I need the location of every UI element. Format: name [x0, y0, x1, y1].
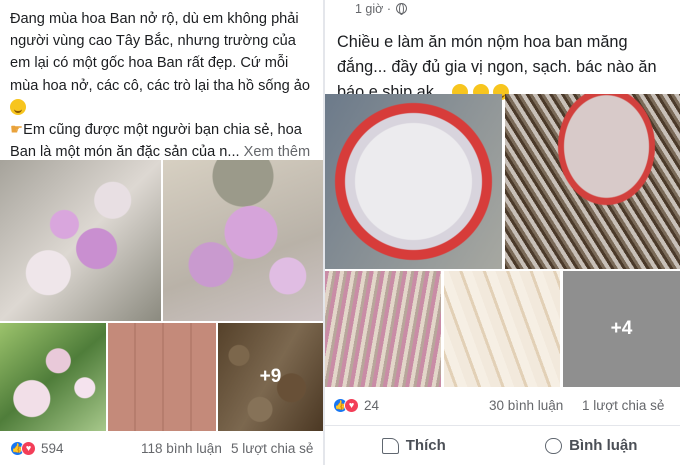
post-photo[interactable] [325, 271, 441, 387]
right-post: 1 giờ · Chiều e làm ăn món nộm hoa ban m… [325, 0, 680, 465]
post-photo[interactable] [0, 160, 161, 321]
thumb-icon [381, 437, 399, 454]
reaction-count: 24 [364, 398, 380, 413]
reactions-summary[interactable]: 👍 ♥ 594 [10, 441, 64, 456]
left-post-text-line1: Đang mùa hoa Ban nở rộ, dù em không phải… [10, 11, 310, 94]
comment-button-label: Bình luận [569, 437, 638, 454]
post-photo[interactable] [163, 160, 323, 321]
reactions-summary[interactable]: 👍 ♥ 24 [333, 398, 379, 413]
left-post-text: Đang mùa hoa Ban nở rộ, dù em không phải… [10, 8, 315, 163]
see-more-link[interactable]: Xem thêm [244, 144, 311, 160]
post-time-text: 1 giờ · [355, 2, 391, 16]
post-photo[interactable] [444, 271, 560, 387]
heart-icon: ♥ [344, 398, 359, 413]
comment-icon [545, 437, 563, 454]
heart-icon: ♥ [21, 441, 36, 456]
more-photos-count: +4 [563, 271, 680, 387]
comment-button[interactable]: Bình luận [503, 426, 680, 465]
reaction-count: 594 [41, 441, 64, 456]
share-count[interactable]: 1 lượt chia sẻ [582, 398, 664, 413]
comment-count[interactable]: 30 bình luận [489, 398, 563, 413]
post-time: 1 giờ · [355, 2, 408, 16]
post-photo[interactable] [325, 94, 502, 269]
post-photo[interactable] [0, 323, 106, 431]
left-post: Đang mùa hoa Ban nở rộ, dù em không phải… [0, 0, 323, 465]
globe-icon [396, 3, 408, 15]
post-photo[interactable] [108, 323, 216, 431]
post-action-bar: Thích Bình luận [325, 425, 680, 465]
like-button[interactable]: Thích [325, 426, 503, 465]
like-button-label: Thích [405, 437, 446, 454]
more-photos-count: +9 [218, 323, 323, 431]
post-photo-more[interactable]: +9 [218, 323, 323, 431]
share-count[interactable]: 5 lượt chia sẻ [231, 441, 313, 456]
comment-count[interactable]: 118 bình luận [141, 441, 222, 456]
emoji-icon [10, 98, 26, 115]
post-photo-more[interactable]: +4 [563, 271, 680, 387]
pointing-hand-icon: ☛ [10, 122, 24, 139]
post-photo[interactable] [505, 94, 680, 269]
